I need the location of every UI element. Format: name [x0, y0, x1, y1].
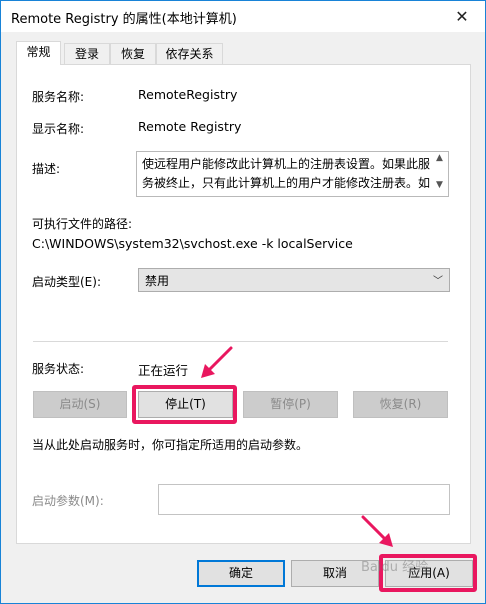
startup-type-value: 禁用 [145, 274, 170, 288]
scroll-down-icon[interactable]: ▼ [436, 180, 443, 190]
title-bar: Remote Registry 的属性(本地计算机) ✕ [1, 1, 485, 32]
status-label: 服务状态: [32, 362, 85, 376]
stop-highlight-box [132, 385, 237, 424]
properties-dialog: Remote Registry 的属性(本地计算机) ✕ 常规 登录 恢复 依存… [0, 0, 486, 604]
startup-type-select[interactable]: 禁用 ﹀ [138, 268, 450, 292]
tab-recovery[interactable]: 恢复 [110, 43, 156, 65]
startup-params-input[interactable] [158, 484, 450, 515]
general-panel: 服务名称: RemoteRegistry 显示名称: Remote Regist… [16, 64, 471, 544]
pause-button[interactable]: 暂停(P) [243, 391, 338, 418]
pointer-arrow-icon [361, 515, 393, 547]
startup-params-label: 启动参数(M): [32, 494, 104, 508]
pointer-arrow-icon [201, 346, 233, 378]
status-value: 正在运行 [138, 363, 189, 378]
description-label: 描述: [32, 162, 61, 176]
ok-button[interactable]: 确定 [197, 560, 285, 587]
tab-logon[interactable]: 登录 [64, 43, 110, 65]
resume-button[interactable]: 恢复(R) [353, 391, 448, 418]
divider [33, 341, 448, 342]
description-scrollbar[interactable]: ▲ ▼ [434, 152, 448, 196]
description-text: 使远程用户能修改此计算机上的注册表设置。如果此服务被终止，只有此计算机上的用户才… [142, 157, 431, 190]
path-value: C:\WINDOWS\system32\svchost.exe -k local… [32, 236, 353, 251]
tab-dependencies[interactable]: 依存关系 [156, 43, 223, 65]
close-icon[interactable]: ✕ [439, 1, 485, 32]
startup-hint: 当从此处启动服务时，你可指定所适用的启动参数。 [32, 438, 309, 452]
path-label: 可执行文件的路径: [32, 217, 133, 231]
service-name-value: RemoteRegistry [138, 87, 238, 102]
startup-type-label: 启动类型(E): [32, 275, 101, 289]
tab-general[interactable]: 常规 [16, 41, 61, 65]
scroll-up-icon[interactable]: ▲ [436, 153, 443, 163]
start-button[interactable]: 启动(S) [33, 391, 127, 418]
service-name-label: 服务名称: [32, 90, 85, 104]
chevron-down-icon: ﹀ [433, 276, 443, 287]
description-box[interactable]: 使远程用户能修改此计算机上的注册表设置。如果此服务被终止，只有此计算机上的用户才… [136, 151, 449, 197]
watermark: Baidu 经验 [361, 560, 429, 575]
display-name-value: Remote Registry [138, 119, 242, 134]
display-name-label: 显示名称: [32, 122, 85, 136]
window-title: Remote Registry 的属性(本地计算机) [11, 12, 237, 27]
